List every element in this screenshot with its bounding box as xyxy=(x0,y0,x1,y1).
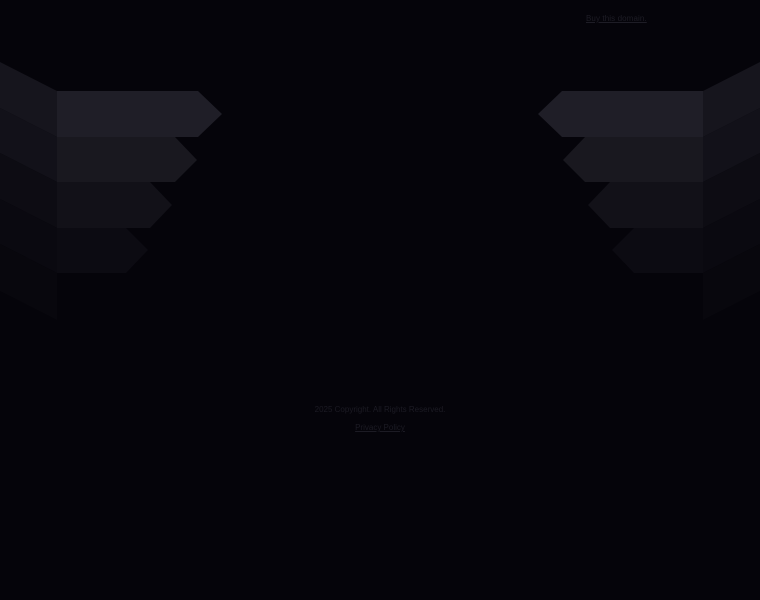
decorative-wings-graphic xyxy=(0,62,760,320)
left-wing-feather-3-front xyxy=(57,182,172,228)
buy-domain-link[interactable]: Buy this domain. xyxy=(586,14,647,23)
privacy-policy-link[interactable]: Privacy Policy xyxy=(355,422,405,434)
left-wing-feather-2-front xyxy=(57,137,197,182)
copyright-text: 2025 Copyright. All Rights Reserved. xyxy=(314,405,446,414)
left-wing-feather-4-front xyxy=(57,228,148,273)
footer: 2025 Copyright. All Rights Reserved. Pri… xyxy=(0,404,760,434)
left-wing-feather-1-front xyxy=(57,91,222,137)
right-wing-feather-3-front xyxy=(588,182,703,228)
right-wing-feather-2-front xyxy=(563,137,703,182)
right-wing-feather-4-front xyxy=(612,228,703,273)
right-wing-feather-1-front xyxy=(538,91,703,137)
left-wing xyxy=(0,62,222,320)
right-wing xyxy=(538,62,760,320)
parked-domain-page: Buy this domain. 2025 Copyright. All Rig… xyxy=(0,0,760,600)
